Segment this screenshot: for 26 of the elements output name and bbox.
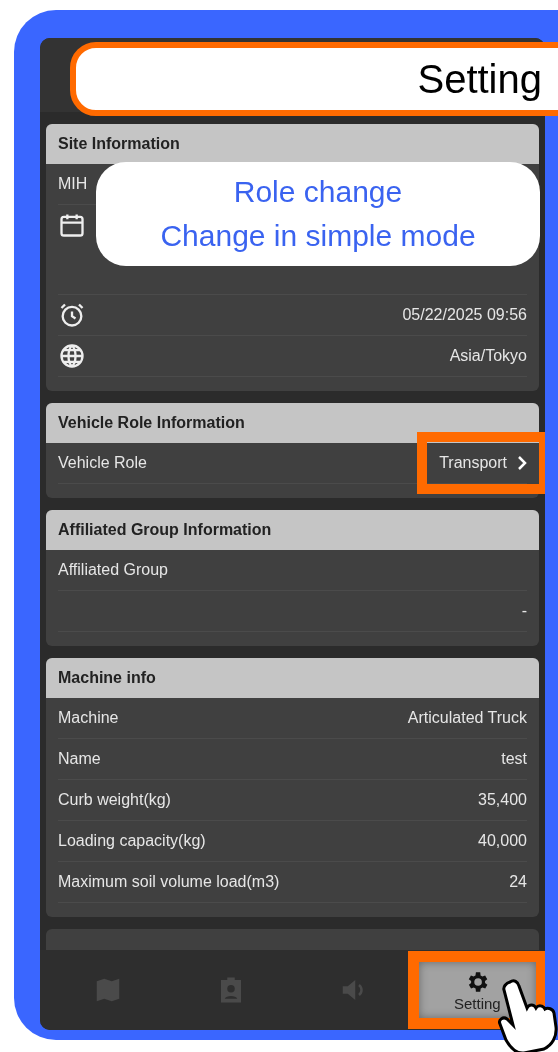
row-value: 24	[509, 873, 527, 891]
row-value: 05/22/2025 09:56	[402, 306, 527, 324]
row-value: 35,400	[478, 791, 527, 809]
callout-text: Role change Change in simple mode	[160, 174, 476, 254]
row-label: Affiliated Group	[58, 561, 168, 579]
row-value: Articulated Truck	[407, 709, 527, 727]
row-label: Loading capacity(kg)	[58, 832, 206, 850]
row-label: Maximum soil volume load(m3)	[58, 873, 280, 891]
section-header: Machine info	[46, 658, 539, 698]
row-label: Name	[58, 750, 101, 768]
section-header: Site Information	[46, 124, 539, 164]
row-label: Curb weight(kg)	[58, 791, 171, 809]
globe-icon	[58, 342, 86, 370]
row-value: -	[521, 602, 527, 620]
section-header: Vehicle Role Information	[46, 403, 539, 443]
alarm-clock-icon	[58, 301, 86, 329]
row-label: MIH	[58, 175, 88, 193]
section-header: Affiliated Group Information	[46, 510, 539, 550]
row-value: test	[501, 750, 527, 768]
chevron-right-icon	[517, 455, 527, 471]
row-value: Asia/Tokyo	[449, 347, 527, 365]
row-label: Machine	[58, 709, 119, 727]
row-value: 40,000	[478, 832, 527, 850]
row-label: Vehicle Role	[58, 454, 147, 472]
callout-text: Setting	[417, 56, 542, 102]
role-link[interactable]: Transport	[439, 454, 527, 472]
